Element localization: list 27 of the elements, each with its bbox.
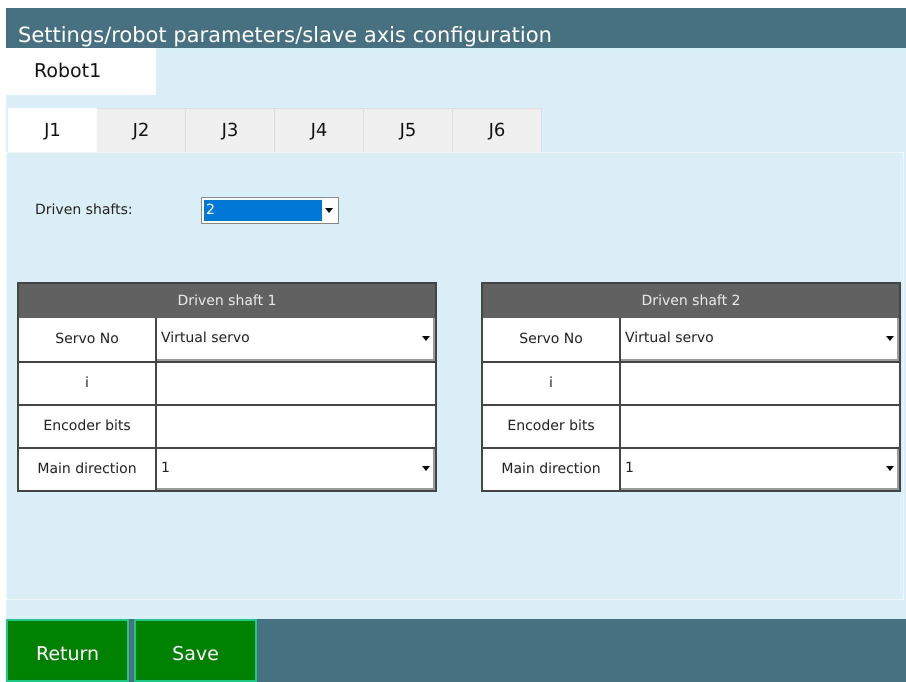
row-label: Main direction (483, 449, 621, 490)
robot-tab[interactable]: Robot1 (6, 48, 156, 95)
row-label: Servo No (483, 318, 621, 361)
caret-icon (325, 208, 333, 213)
joint-tab[interactable]: J2 (97, 108, 186, 152)
table-header: Driven shaft 2 (483, 284, 899, 318)
caret-icon (886, 466, 894, 471)
action-button[interactable]: Return (6, 619, 129, 682)
caret-icon (886, 336, 894, 341)
row-label: Servo No (19, 318, 157, 361)
joint-tab[interactable]: J3 (186, 108, 275, 152)
joint-tab[interactable]: J5 (364, 108, 453, 152)
dropdown[interactable]: Virtual servo (157, 318, 435, 361)
row-label: Main direction (19, 449, 157, 490)
field-label: Driven shafts: (35, 201, 134, 220)
driven-shafts-dropdown[interactable]: 2 (201, 197, 339, 224)
joint-tab[interactable]: J6 (453, 108, 542, 152)
dropdown[interactable]: 1 (157, 449, 435, 490)
window-title: Settings/robot parameters/slave axis configuration (18, 25, 552, 46)
table-header: Driven shaft 1 (19, 284, 435, 318)
dropdown[interactable]: 1 (621, 449, 899, 490)
caret-icon (422, 466, 430, 471)
action-button[interactable]: Save (134, 619, 257, 682)
joint-tab[interactable]: J4 (275, 108, 364, 152)
dropdown[interactable]: Virtual servo (621, 318, 899, 361)
joint-tab[interactable]: J1 (8, 108, 97, 152)
caret-icon (422, 336, 430, 341)
